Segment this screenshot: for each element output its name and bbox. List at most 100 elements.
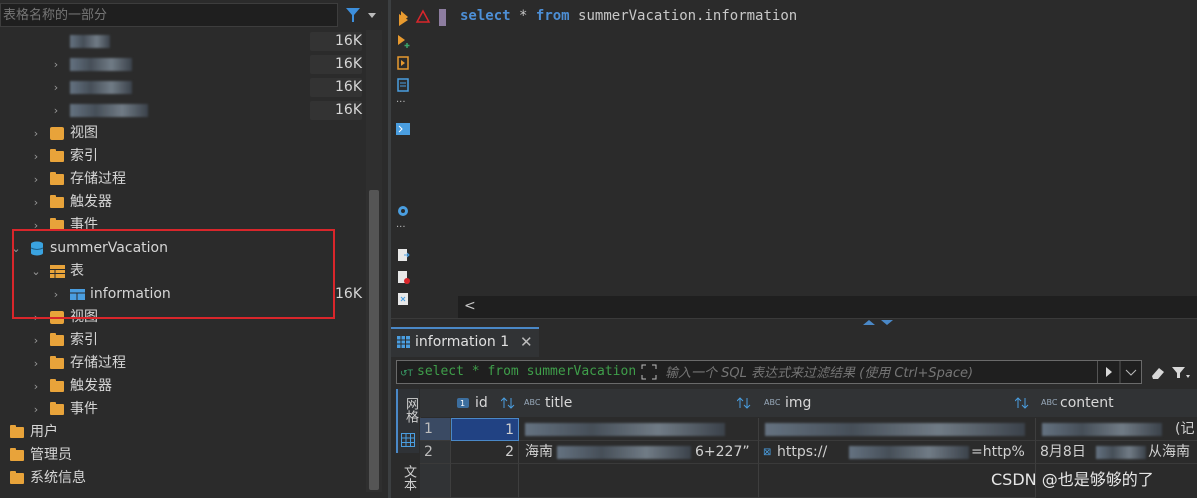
chevron-right-icon[interactable]: › (30, 145, 42, 168)
sort-icon[interactable] (501, 396, 515, 410)
chevron-right-icon[interactable]: › (30, 398, 42, 421)
blurred-value (849, 446, 969, 459)
tree-table-row[interactable]: › 16K (0, 76, 366, 99)
table-cell-content[interactable]: (记 (1036, 418, 1197, 441)
column-header-content[interactable]: ABC content (1036, 389, 1197, 417)
sql-statement[interactable]: select * from summerVacation.information (460, 8, 797, 24)
chevron-right-icon[interactable]: › (30, 306, 42, 329)
eraser-icon (1152, 368, 1164, 379)
sort-icon[interactable] (737, 396, 751, 410)
more-icon[interactable]: ··· (396, 223, 410, 238)
table-cell-id[interactable]: 1 (451, 418, 519, 441)
sort-icon[interactable] (1015, 396, 1029, 410)
table-filter-input[interactable] (1, 4, 341, 27)
close-editor-button[interactable] (396, 291, 410, 305)
explain-plan-button[interactable] (396, 77, 410, 92)
splitter-arrows-icon[interactable] (861, 319, 897, 325)
sql-editor[interactable]: select * from summerVacation.information (455, 0, 1197, 296)
table-cell-img[interactable]: ⊠ https:// =http% (759, 441, 1036, 464)
chevron-right-icon[interactable]: › (30, 214, 42, 237)
blurred-table-name (70, 58, 132, 71)
blurred-value (557, 446, 691, 459)
folder-icon (50, 172, 64, 185)
expand-icon[interactable] (641, 364, 657, 380)
table-cell-img[interactable] (759, 418, 1036, 441)
chevron-right-icon[interactable]: › (30, 375, 42, 398)
tab-grid-view[interactable]: 网格 (396, 389, 419, 453)
navigator-tree: 16K › 16K › 16K › 16K › 视图 › 索引 › 存储过程 ›… (0, 30, 366, 498)
row-number[interactable]: 1 (420, 418, 451, 441)
open-console-button[interactable] (396, 121, 410, 135)
tables-icon (50, 265, 65, 278)
tree-table-row[interactable]: 16K (0, 30, 366, 53)
svg-text:1: 1 (460, 399, 465, 408)
settings-button[interactable] (396, 203, 410, 217)
editor-results-splitter[interactable] (391, 318, 1197, 327)
folder-icon (50, 149, 64, 162)
chevron-right-icon[interactable]: › (30, 191, 42, 214)
results-tab-information[interactable]: information 1 ✕ (391, 327, 539, 357)
tree-table-information[interactable]: › information 16K (0, 283, 366, 306)
column-header-id[interactable]: 1 id (451, 389, 520, 417)
row-number-empty (420, 464, 451, 498)
database-navigator: 16K › 16K › 16K › 16K › 视图 › 索引 › (0, 0, 388, 498)
execute-in-new-tab-button[interactable] (396, 33, 410, 48)
export-button[interactable] (396, 247, 410, 261)
chevron-right-icon[interactable]: › (50, 283, 62, 306)
gear-icon (398, 206, 408, 216)
result-filter-input[interactable] (663, 363, 1097, 383)
chevron-right-icon[interactable]: › (50, 53, 62, 76)
admin-icon (10, 448, 24, 461)
chevron-right-icon[interactable]: › (30, 329, 42, 352)
chevron-right-icon[interactable]: › (30, 122, 42, 145)
column-header-title[interactable]: ABC title (519, 389, 760, 417)
scroll-left-icon[interactable]: < (464, 298, 476, 314)
row-number[interactable]: 2 (420, 441, 451, 464)
import-button[interactable] (396, 269, 410, 284)
filter-history-icon[interactable]: ↺T (400, 365, 414, 379)
tree-table-row[interactable]: › 16K (0, 99, 366, 122)
chevron-right-icon[interactable]: › (30, 168, 42, 191)
execute-script-button[interactable] (396, 55, 410, 70)
import-icon (398, 271, 410, 284)
primary-key-icon: 1 (457, 398, 469, 408)
filter-sql-text: select * from summerVacation (417, 364, 635, 379)
table-cell-content[interactable]: 8月8日 从海南 (1036, 441, 1197, 464)
result-view-tabs: 网格 文本 (396, 389, 421, 498)
folder-icon (50, 379, 64, 392)
view-icon (50, 127, 64, 140)
table-cell-title[interactable]: 海南 6+227” (519, 441, 759, 464)
result-filter-bar[interactable]: ↺T select * from summerVacation (396, 360, 1142, 384)
chevron-right-icon[interactable]: › (50, 76, 62, 99)
tab-text-view[interactable]: 文本 (396, 461, 419, 497)
filter-settings-button[interactable] (342, 5, 378, 25)
apply-filter-icon (1106, 367, 1112, 377)
tree-table-row[interactable]: › 16K (0, 53, 366, 76)
scrollbar-thumb[interactable] (369, 190, 379, 490)
grid-icon (401, 433, 415, 447)
blurred-value (765, 423, 1025, 436)
document-close-icon (398, 293, 408, 305)
folder-icon (50, 218, 64, 231)
warning-icon (415, 9, 431, 23)
table-cell-id[interactable]: 2 (451, 441, 519, 464)
link-icon[interactable]: ⊠ (763, 441, 771, 463)
chevron-right-icon[interactable]: › (30, 352, 42, 375)
table-size: 16K (310, 32, 362, 51)
chevron-down-icon[interactable]: ⌄ (10, 237, 22, 260)
chevron-right-icon[interactable]: › (50, 99, 62, 122)
empty-cell (519, 464, 759, 498)
system-info-icon (10, 471, 24, 484)
table-cell-title[interactable] (519, 418, 759, 441)
close-icon[interactable]: ✕ (520, 333, 533, 351)
database-icon (30, 241, 44, 256)
blurred-table-name (70, 81, 132, 94)
navigator-scrollbar[interactable] (366, 30, 382, 492)
table-filter-field[interactable] (0, 3, 341, 27)
more-icon[interactable]: ··· (396, 98, 410, 113)
chevron-down-icon[interactable]: ⌄ (30, 260, 42, 283)
users-icon (10, 425, 24, 438)
editor-horizontal-scrollbar[interactable]: < (458, 296, 1197, 318)
terminal-icon (396, 123, 410, 135)
column-header-img[interactable]: ABC img (759, 389, 1037, 417)
